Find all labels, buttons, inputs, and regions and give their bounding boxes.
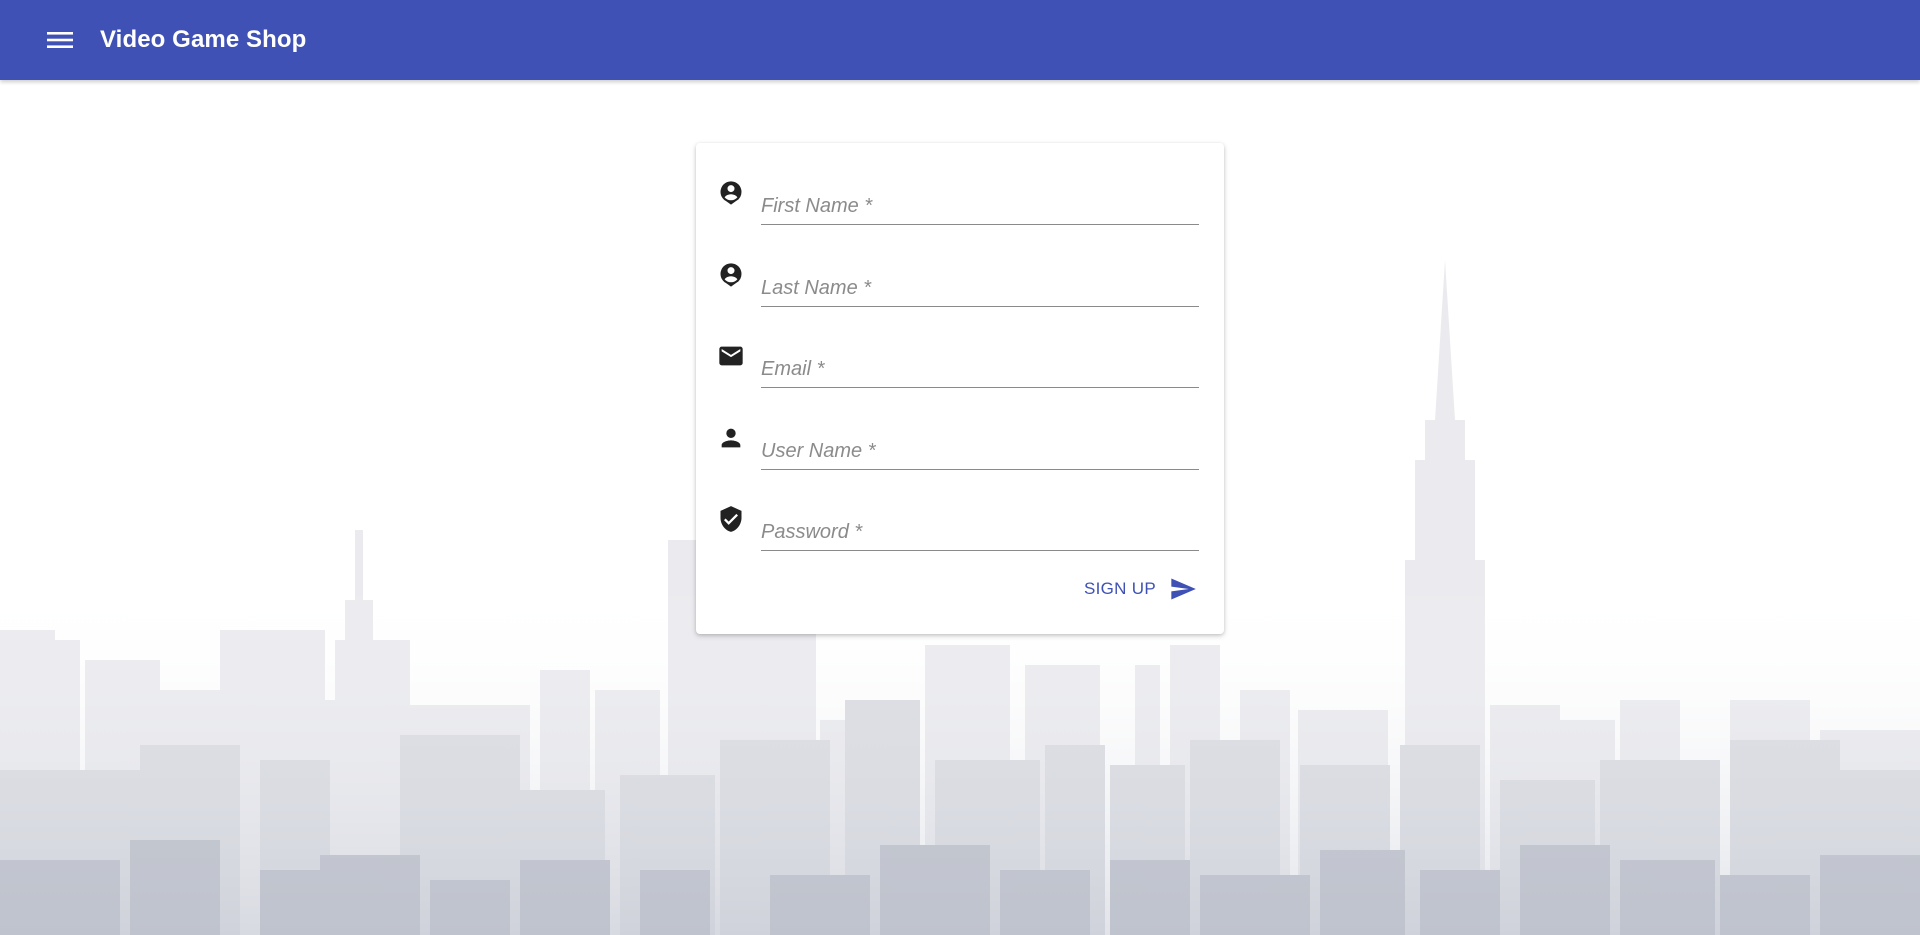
user-name-row bbox=[716, 423, 1204, 475]
sign-up-label: SIGN UP bbox=[1083, 579, 1156, 598]
send-icon bbox=[1171, 578, 1196, 600]
user-name-field bbox=[761, 427, 1199, 470]
account-circle-icon bbox=[716, 178, 746, 208]
app-title: Video Game Shop bbox=[100, 26, 307, 53]
menu-button[interactable] bbox=[36, 16, 84, 64]
person-icon bbox=[716, 423, 746, 453]
password-input[interactable] bbox=[761, 521, 1199, 544]
email-input[interactable] bbox=[761, 358, 1199, 381]
first-name-row bbox=[716, 178, 1204, 230]
top-app-bar: Video Game Shop bbox=[0, 0, 1920, 80]
verified-shield-icon bbox=[716, 504, 746, 534]
first-name-field bbox=[761, 182, 1199, 225]
email-row bbox=[716, 341, 1204, 393]
user-name-input[interactable] bbox=[761, 440, 1199, 463]
first-name-input[interactable] bbox=[761, 195, 1199, 218]
last-name-row bbox=[716, 260, 1204, 312]
hamburger-menu-icon bbox=[47, 32, 73, 48]
password-row bbox=[716, 504, 1204, 556]
page: Video Game Shop First Name * Last Name *… bbox=[0, 0, 1920, 935]
last-name-field bbox=[761, 264, 1199, 307]
email-icon bbox=[716, 341, 746, 371]
email-field bbox=[761, 345, 1199, 388]
sign-up-button[interactable]: SIGN UP bbox=[1084, 571, 1198, 607]
account-circle-icon bbox=[716, 260, 746, 290]
last-name-input[interactable] bbox=[761, 277, 1199, 300]
password-field bbox=[761, 508, 1199, 551]
signup-card: SIGN UP bbox=[696, 143, 1224, 634]
